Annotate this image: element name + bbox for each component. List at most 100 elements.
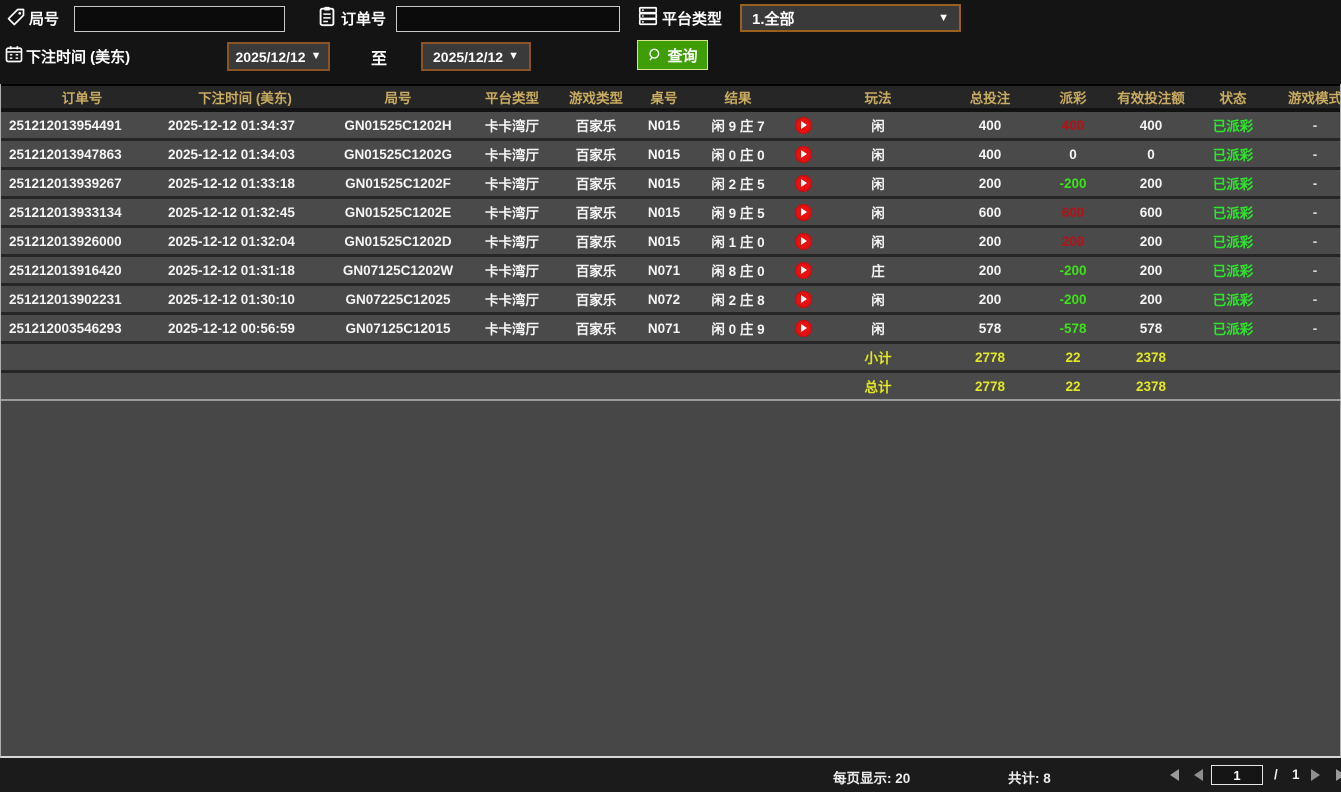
platform-type-select[interactable]: 1.全部 ▼ [740,4,961,32]
replay-play-icon[interactable] [794,145,812,163]
cell-total-bet: 200 [978,291,1002,307]
replay-play-icon[interactable] [794,174,812,192]
subtotal-row: 小计 2778 22 2378 [1,344,1340,373]
cell-play-method: 闲 [871,177,885,192]
play-triangle [801,121,807,129]
chevron-down-icon: ▼ [938,11,949,24]
order-no-input[interactable] [396,6,620,32]
cell-result: 闲 0 庄 0 [711,148,765,163]
cell-bet-time: 2025-12-12 01:34:37 [168,117,295,133]
chevron-down-icon: ▼ [508,50,519,62]
clipboard-icon [316,5,338,27]
cell-result: 闲 8 庄 0 [711,264,765,279]
query-button[interactable]: 查询 [637,40,708,70]
cell-total-bet: 400 [978,117,1002,133]
play-triangle [801,237,807,245]
col-header-game-type: 游戏类型 [569,91,623,106]
cell-order-id: 251212013926000 [9,233,122,249]
cell-play-method: 庄 [871,264,885,279]
cell-payout: -200 [1059,175,1087,191]
play-triangle [801,150,807,158]
cell-valid-bet: 200 [1139,233,1163,249]
cell-replay [785,203,821,221]
cell-valid-bet: 200 [1139,291,1163,307]
server-icon [637,5,659,27]
round-no-label: 局号 [29,11,60,28]
col-header-status: 状态 [1219,91,1247,106]
prev-page-icon[interactable] [1194,769,1203,781]
cell-table-no: N015 [647,175,681,191]
cell-result: 闲 9 庄 5 [711,206,765,221]
cell-bet-time: 2025-12-12 01:34:03 [168,146,295,162]
bet-records-table: 订单号 下注时间 (美东) 局号 平台类型 游戏类型 桌号 结果 玩法 总投注 … [0,84,1341,758]
page-separator: / [1274,767,1278,782]
cell-status: 已派彩 [1212,119,1254,134]
cell-valid-bet: 200 [1139,175,1163,191]
cell-play-method: 闲 [871,119,885,134]
grand-total-valid-bet: 2378 [1135,378,1167,394]
total-pages-text: 1 [1292,767,1300,782]
grand-total-total-bet: 2778 [974,378,1006,394]
date-to-picker[interactable]: 2025/12/12 ▼ [421,42,531,71]
cell-result: 闲 1 庄 0 [711,235,765,250]
cell-play-method: 闲 [871,235,885,250]
cell-valid-bet: 578 [1139,320,1163,336]
play-triangle [801,208,807,216]
cell-status: 已派彩 [1212,206,1254,221]
cell-game-type: 百家乐 [575,206,617,221]
replay-play-icon[interactable] [794,261,812,279]
replay-play-icon[interactable] [794,319,812,337]
tag-icon [6,7,26,27]
search-icon [649,48,660,61]
first-page-icon[interactable] [1170,769,1179,781]
cell-game-type: 百家乐 [575,148,617,163]
next-page-icon[interactable] [1311,769,1320,781]
cell-platform: 卡卡湾厅 [485,177,539,192]
round-no-input[interactable] [74,6,285,32]
last-page-icon[interactable] [1336,769,1341,781]
bet-time-label: 下注时间 (美东) [26,49,131,66]
cell-play-method: 闲 [871,206,885,221]
cell-total-bet: 578 [978,320,1002,336]
subtotal-total-bet: 2778 [974,349,1006,365]
col-header-round-no: 局号 [384,91,412,106]
cell-order-id: 251212013954491 [9,117,122,133]
cell-table-no: N015 [647,146,681,162]
cell-replay [785,174,821,192]
col-header-valid-bet: 有效投注额 [1117,91,1185,106]
date-from-picker[interactable]: 2025/12/12 ▼ [227,42,330,71]
cell-game-type: 百家乐 [575,235,617,250]
table-header-row: 订单号 下注时间 (美东) 局号 平台类型 游戏类型 桌号 结果 玩法 总投注 … [1,84,1340,112]
cell-bet-time: 2025-12-12 01:31:18 [168,262,295,278]
cell-table-no: N072 [647,291,681,307]
date-to-value: 2025/12/12 [433,48,504,65]
col-header-bet-time: 下注时间 (美东) [198,91,292,106]
cell-replay [785,145,821,163]
table-rows: 251212013954491 2025-12-12 01:34:37 GN01… [1,112,1340,344]
table-row: 251212013933134 2025-12-12 01:32:45 GN01… [1,199,1340,228]
cell-result: 闲 2 庄 5 [711,177,765,192]
cell-total-bet: 200 [978,262,1002,278]
cell-round-no: GN07125C12015 [345,320,451,336]
platform-type-value: 1.全部 [752,10,795,28]
cell-round-no: GN01525C1202G [343,146,453,162]
page-size-text: 每页显示: 20 [833,771,911,786]
table-empty-area [1,401,1340,756]
cell-order-id: 251212013939267 [9,175,122,191]
col-header-table-no: 桌号 [650,91,678,106]
replay-play-icon[interactable] [794,116,812,134]
cell-table-no: N071 [647,262,681,278]
table-row: 251212013947863 2025-12-12 01:34:03 GN01… [1,141,1340,170]
replay-play-icon[interactable] [794,232,812,250]
replay-play-icon[interactable] [794,290,812,308]
page-number-input[interactable] [1211,765,1263,785]
play-triangle [801,179,807,187]
cell-round-no: GN01525C1202E [344,204,452,220]
cell-platform: 卡卡湾厅 [485,235,539,250]
cell-order-id: 251212013902231 [9,291,122,307]
cell-payout: 200 [1061,233,1085,249]
cell-total-bet: 200 [978,233,1002,249]
subtotal-label: 小计 [864,351,892,366]
replay-play-icon[interactable] [794,203,812,221]
cell-game-type: 百家乐 [575,322,617,337]
